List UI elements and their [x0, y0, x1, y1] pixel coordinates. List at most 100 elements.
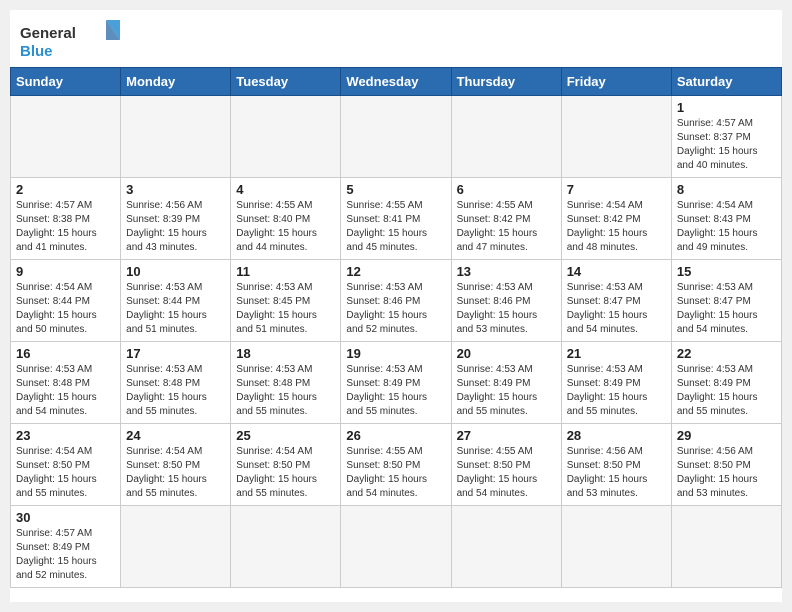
day-info: Sunrise: 4:54 AM Sunset: 8:50 PM Dayligh… [236, 445, 335, 501]
day-number: 12 [346, 264, 445, 279]
day-cell [11, 96, 121, 178]
day-info: Sunrise: 4:57 AM Sunset: 8:38 PM Dayligh… [16, 199, 115, 255]
day-cell [231, 506, 341, 588]
header-monday: Monday [121, 68, 231, 96]
day-number: 4 [236, 182, 335, 197]
day-info: Sunrise: 4:53 AM Sunset: 8:49 PM Dayligh… [567, 363, 666, 419]
day-info: Sunrise: 4:56 AM Sunset: 8:39 PM Dayligh… [126, 199, 225, 255]
day-cell: 14 Sunrise: 4:53 AM Sunset: 8:47 PM Dayli… [561, 260, 671, 342]
day-info: Sunrise: 4:53 AM Sunset: 8:49 PM Dayligh… [677, 363, 776, 419]
day-info: Sunrise: 4:55 AM Sunset: 8:40 PM Dayligh… [236, 199, 335, 255]
week-row-3: 9Sunrise: 4:54 AM Sunset: 8:44 PM Daylig… [11, 260, 782, 342]
day-info: Sunrise: 4:57 AM Sunset: 8:49 PM Dayligh… [16, 527, 115, 583]
calendar-table: SundayMondayTuesdayWednesdayThursdayFrid… [10, 67, 782, 588]
day-number: 8 [677, 182, 776, 197]
day-info: Sunrise: 4:57 AM Sunset: 8:37 PM Dayligh… [677, 117, 776, 173]
day-cell: 7 Sunrise: 4:54 AM Sunset: 8:42 PM Daylig… [561, 178, 671, 260]
day-number: 16 [16, 346, 115, 361]
day-number: 28 [567, 428, 666, 443]
day-number: 24 [126, 428, 225, 443]
day-cell: 24 Sunrise: 4:54 AM Sunset: 8:50 PM Dayli… [121, 424, 231, 506]
week-row-2: 2 Sunrise: 4:57 AM Sunset: 8:38 PM Daylig… [11, 178, 782, 260]
logo-svg: General Blue [20, 20, 120, 62]
day-info: Sunrise: 4:56 AM Sunset: 8:50 PM Dayligh… [567, 445, 666, 501]
logo: General Blue [20, 20, 120, 62]
week-row-4: 16 Sunrise: 4:53 AM Sunset: 8:48 PM Dayli… [11, 342, 782, 424]
day-number: 23 [16, 428, 115, 443]
day-cell: 10 Sunrise: 4:53 AM Sunset: 8:44 PM Dayli… [121, 260, 231, 342]
svg-text:General: General [20, 25, 76, 42]
day-info: Sunrise: 4:53 AM Sunset: 8:48 PM Dayligh… [16, 363, 115, 419]
day-number: 11 [236, 264, 335, 279]
day-info: Sunrise: 4:53 AM Sunset: 8:44 PM Dayligh… [126, 281, 225, 337]
day-cell [341, 506, 451, 588]
day-info: Sunrise: 4:53 AM Sunset: 8:49 PM Dayligh… [457, 363, 556, 419]
header-sunday: Sunday [11, 68, 121, 96]
day-info: Sunrise: 4:54 AM Sunset: 8:42 PM Dayligh… [567, 199, 666, 255]
header-tuesday: Tuesday [231, 68, 341, 96]
day-number: 15 [677, 264, 776, 279]
day-info: Sunrise: 4:53 AM Sunset: 8:47 PM Dayligh… [677, 281, 776, 337]
header-saturday: Saturday [671, 68, 781, 96]
week-row-6: 30Sunrise: 4:57 AM Sunset: 8:49 PM Dayli… [11, 506, 782, 588]
day-number: 10 [126, 264, 225, 279]
day-number: 7 [567, 182, 666, 197]
day-cell [561, 96, 671, 178]
week-row-5: 23 Sunrise: 4:54 AM Sunset: 8:50 PM Dayli… [11, 424, 782, 506]
day-info: Sunrise: 4:55 AM Sunset: 8:41 PM Dayligh… [346, 199, 445, 255]
day-number: 26 [346, 428, 445, 443]
day-info: Sunrise: 4:53 AM Sunset: 8:45 PM Dayligh… [236, 281, 335, 337]
calendar-header: General Blue [10, 10, 782, 67]
day-cell: 1 Sunrise: 4:57 AM Sunset: 8:37 PM Daylig… [671, 96, 781, 178]
day-cell: 28 Sunrise: 4:56 AM Sunset: 8:50 PM Dayli… [561, 424, 671, 506]
day-number: 5 [346, 182, 445, 197]
day-number: 20 [457, 346, 556, 361]
day-cell: 13 Sunrise: 4:53 AM Sunset: 8:46 PM Dayli… [451, 260, 561, 342]
day-info: Sunrise: 4:53 AM Sunset: 8:46 PM Dayligh… [457, 281, 556, 337]
day-cell: 23Sunrise: 4:54 AM Sunset: 8:50 PM Dayli… [11, 424, 121, 506]
day-cell: 8 Sunrise: 4:54 AM Sunset: 8:43 PM Daylig… [671, 178, 781, 260]
day-cell: 22 Sunrise: 4:53 AM Sunset: 8:49 PM Dayli… [671, 342, 781, 424]
day-cell: 4 Sunrise: 4:55 AM Sunset: 8:40 PM Daylig… [231, 178, 341, 260]
day-cell: 6 Sunrise: 4:55 AM Sunset: 8:42 PM Daylig… [451, 178, 561, 260]
day-cell: 11 Sunrise: 4:53 AM Sunset: 8:45 PM Dayli… [231, 260, 341, 342]
day-cell: 12 Sunrise: 4:53 AM Sunset: 8:46 PM Dayli… [341, 260, 451, 342]
day-info: Sunrise: 4:53 AM Sunset: 8:46 PM Dayligh… [346, 281, 445, 337]
day-number: 18 [236, 346, 335, 361]
day-cell [671, 506, 781, 588]
day-number: 13 [457, 264, 556, 279]
day-cell [121, 506, 231, 588]
header-thursday: Thursday [451, 68, 561, 96]
day-cell: 18 Sunrise: 4:53 AM Sunset: 8:48 PM Dayli… [231, 342, 341, 424]
day-number: 21 [567, 346, 666, 361]
day-number: 14 [567, 264, 666, 279]
day-cell: 3 Sunrise: 4:56 AM Sunset: 8:39 PM Daylig… [121, 178, 231, 260]
day-info: Sunrise: 4:53 AM Sunset: 8:47 PM Dayligh… [567, 281, 666, 337]
day-cell: 16 Sunrise: 4:53 AM Sunset: 8:48 PM Dayli… [11, 342, 121, 424]
day-number: 1 [677, 100, 776, 115]
day-cell: 15 Sunrise: 4:53 AM Sunset: 8:47 PM Dayli… [671, 260, 781, 342]
day-cell: 27Sunrise: 4:55 AM Sunset: 8:50 PM Dayli… [451, 424, 561, 506]
day-cell: 25Sunrise: 4:54 AM Sunset: 8:50 PM Dayli… [231, 424, 341, 506]
day-info: Sunrise: 4:55 AM Sunset: 8:42 PM Dayligh… [457, 199, 556, 255]
day-info: Sunrise: 4:53 AM Sunset: 8:48 PM Dayligh… [236, 363, 335, 419]
day-info: Sunrise: 4:54 AM Sunset: 8:43 PM Dayligh… [677, 199, 776, 255]
header-wednesday: Wednesday [341, 68, 451, 96]
day-cell: 19Sunrise: 4:53 AM Sunset: 8:49 PM Dayli… [341, 342, 451, 424]
day-cell: 9Sunrise: 4:54 AM Sunset: 8:44 PM Daylig… [11, 260, 121, 342]
day-cell: 29Sunrise: 4:56 AM Sunset: 8:50 PM Dayli… [671, 424, 781, 506]
week-row-1: 1 Sunrise: 4:57 AM Sunset: 8:37 PM Daylig… [11, 96, 782, 178]
calendar-header-row: SundayMondayTuesdayWednesdayThursdayFrid… [11, 68, 782, 96]
day-number: 6 [457, 182, 556, 197]
header-friday: Friday [561, 68, 671, 96]
day-info: Sunrise: 4:53 AM Sunset: 8:49 PM Dayligh… [346, 363, 445, 419]
calendar-page: General Blue SundayMondayTuesdayWednesda… [10, 10, 782, 602]
day-cell [451, 506, 561, 588]
day-cell [341, 96, 451, 178]
day-number: 17 [126, 346, 225, 361]
day-number: 3 [126, 182, 225, 197]
day-info: Sunrise: 4:54 AM Sunset: 8:50 PM Dayligh… [126, 445, 225, 501]
day-number: 22 [677, 346, 776, 361]
day-number: 2 [16, 182, 115, 197]
day-info: Sunrise: 4:56 AM Sunset: 8:50 PM Dayligh… [677, 445, 776, 501]
